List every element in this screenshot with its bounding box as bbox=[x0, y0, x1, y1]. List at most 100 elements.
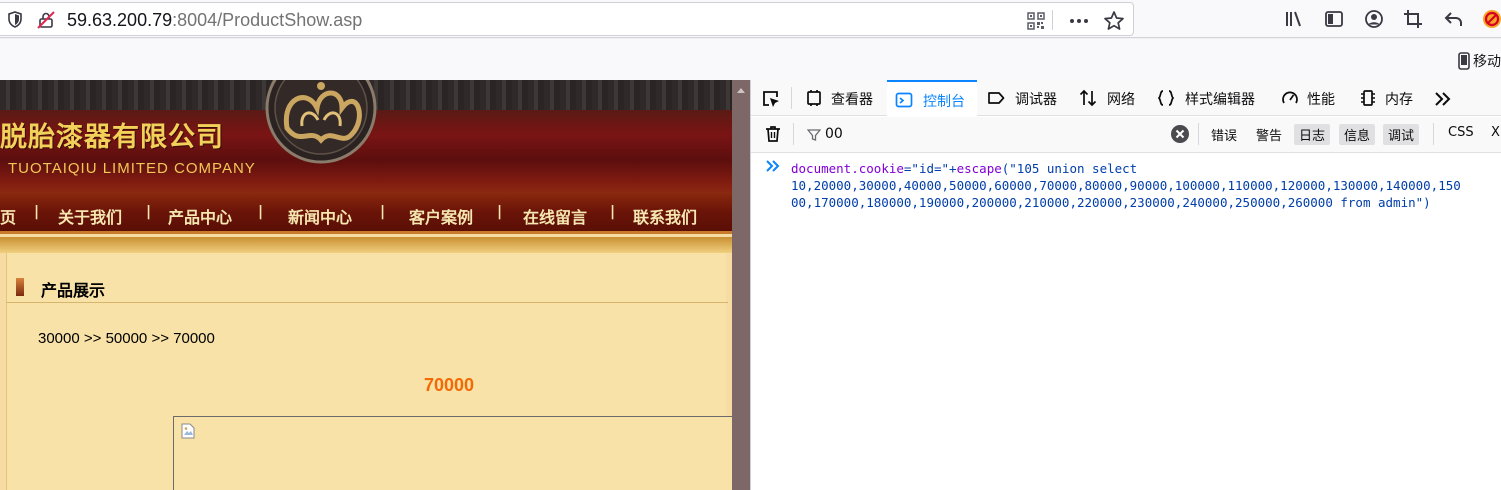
section-divider bbox=[6, 302, 728, 303]
xhr-messages-toggle[interactable]: X bbox=[1486, 124, 1501, 145]
account-icon[interactable] bbox=[1364, 9, 1384, 29]
blocked-extension-icon[interactable] bbox=[1482, 9, 1501, 29]
nav-separator: | bbox=[497, 204, 503, 220]
tab-debugger[interactable]: 调试器 bbox=[981, 80, 1069, 116]
nav-item-products[interactable]: 产品中心 bbox=[168, 204, 232, 228]
console-input-prompt-icon bbox=[766, 160, 780, 172]
breadcrumb: 30000 >> 50000 >> 70000 bbox=[38, 330, 215, 347]
clear-console-trash-icon[interactable] bbox=[765, 125, 781, 143]
console-input-code[interactable]: document.cookie="id="+escape("105 union … bbox=[791, 160, 1501, 211]
tab-label: 样式编辑器 bbox=[1185, 92, 1255, 108]
nav-separator: | bbox=[380, 204, 386, 220]
nav-gold-band bbox=[0, 237, 732, 253]
scroll-up-arrow-icon[interactable] bbox=[735, 85, 747, 95]
tab-memory[interactable]: 内存 bbox=[1355, 80, 1427, 116]
toolbar-separator bbox=[1198, 123, 1199, 145]
tab-style-editor[interactable]: 样式编辑器 bbox=[1155, 80, 1267, 116]
code-token: ("105 union select bbox=[1001, 161, 1138, 176]
page-actions-menu-icon[interactable] bbox=[1068, 12, 1090, 30]
code-token: ="id="+ bbox=[903, 161, 957, 176]
console-icon bbox=[895, 92, 913, 108]
level-logs-toggle[interactable]: 日志 bbox=[1294, 124, 1331, 145]
nav-item-home[interactable]: 页 bbox=[0, 204, 16, 228]
code-token: escape bbox=[956, 161, 1002, 176]
toolbar-separator bbox=[793, 123, 794, 145]
code-line: 10,20000,30000,40000,50000,60000,70000,8… bbox=[791, 178, 1461, 193]
inspector-icon bbox=[807, 90, 821, 106]
devtools-tab-bar: 查看器 控制台 调试器 网络 样式编辑器 性能 内存 bbox=[751, 80, 1501, 116]
web-page: 脱胎漆器有限公司 TUOTAIQIU LIMITED COMPANY 页 | 关… bbox=[0, 80, 732, 490]
section-title: 产品展示 bbox=[41, 281, 106, 300]
nav-separator: | bbox=[258, 204, 264, 220]
level-info-toggle[interactable]: 信息 bbox=[1339, 124, 1376, 145]
sidebar-icon[interactable] bbox=[1324, 9, 1344, 29]
code-token: document bbox=[791, 161, 852, 176]
url-path: :8004/ProductShow.asp bbox=[172, 10, 363, 30]
performance-gauge-icon bbox=[1282, 91, 1298, 104]
tab-console[interactable]: 控制台 bbox=[887, 80, 977, 116]
url-host: 59.63.200.79 bbox=[67, 10, 173, 30]
qr-code-icon[interactable] bbox=[1027, 12, 1045, 30]
code-line: 00,170000,180000,190000,200000,210000,22… bbox=[791, 195, 1431, 210]
mobile-bookmarks-button[interactable]: 移动 bbox=[1473, 51, 1501, 71]
tab-separator bbox=[791, 87, 792, 109]
style-braces-icon bbox=[1157, 90, 1175, 106]
memory-chip-icon bbox=[1361, 90, 1375, 106]
console-toolbar: 00 错误 警告 日志 信息 调试 CSS X bbox=[751, 117, 1501, 153]
network-arrows-icon bbox=[1079, 89, 1097, 107]
console-filter-input[interactable]: 00 bbox=[825, 126, 843, 142]
nav-item-guestbook[interactable]: 在线留言 bbox=[523, 204, 587, 228]
broken-image-icon bbox=[181, 423, 195, 439]
tab-label: 性能 bbox=[1307, 92, 1335, 108]
nav-separator: | bbox=[610, 204, 616, 220]
address-bar-separator bbox=[1052, 10, 1053, 30]
tab-label: 查看器 bbox=[831, 92, 873, 108]
screenshot-crop-icon[interactable] bbox=[1403, 9, 1423, 29]
browser-toolbar: 59.63.200.79:8004/ProductShow.asp bbox=[0, 0, 1501, 38]
mobile-device-icon bbox=[1458, 52, 1470, 70]
tab-label: 控制台 bbox=[923, 94, 965, 110]
bookmark-star-icon[interactable] bbox=[1103, 10, 1125, 32]
site-nav: 页 | 关于我们 | 产品中心 | 新闻中心 | 客户案例 | 在线留言 | 联… bbox=[0, 192, 732, 234]
nav-separator: | bbox=[34, 204, 40, 220]
tracking-protection-shield-icon[interactable] bbox=[7, 11, 23, 28]
nav-separator: | bbox=[146, 204, 152, 220]
devtools-panel: 查看器 控制台 调试器 网络 样式编辑器 性能 内存 00 错误 警告 日志 信… bbox=[750, 80, 1501, 490]
nav-item-about[interactable]: 关于我们 bbox=[58, 204, 122, 228]
debugger-icon bbox=[988, 92, 1005, 104]
tab-label: 网络 bbox=[1107, 92, 1135, 108]
ornamental-emblem-icon bbox=[265, 80, 377, 164]
section-title-marker bbox=[16, 278, 24, 296]
code-token: .cookie bbox=[851, 161, 904, 176]
tab-label: 内存 bbox=[1385, 92, 1413, 108]
level-warnings-toggle[interactable]: 警告 bbox=[1251, 124, 1287, 145]
undo-arrow-icon[interactable] bbox=[1444, 9, 1464, 29]
element-picker-icon[interactable] bbox=[761, 89, 781, 109]
tab-label: 调试器 bbox=[1015, 92, 1057, 108]
company-name-en: TUOTAIQIU LIMITED COMPANY bbox=[8, 160, 256, 177]
insecure-connection-icon[interactable] bbox=[37, 11, 55, 29]
nav-item-news[interactable]: 新闻中心 bbox=[288, 204, 352, 228]
tab-network[interactable]: 网络 bbox=[1075, 80, 1149, 116]
company-name-cn: 脱胎漆器有限公司 bbox=[0, 122, 224, 153]
console-output[interactable]: document.cookie="id="+escape("105 union … bbox=[751, 154, 1501, 490]
product-image-frame bbox=[173, 416, 732, 490]
url-text[interactable]: 59.63.200.79:8004/ProductShow.asp bbox=[67, 10, 362, 31]
bookmarks-row: 移动 bbox=[0, 39, 1501, 80]
clear-filter-icon[interactable] bbox=[1170, 124, 1190, 144]
address-bar[interactable]: 59.63.200.79:8004/ProductShow.asp bbox=[0, 2, 1134, 36]
level-debug-toggle[interactable]: 调试 bbox=[1383, 124, 1420, 145]
product-name: 70000 bbox=[424, 375, 475, 395]
library-icon[interactable] bbox=[1284, 9, 1304, 29]
more-tabs-chevron-icon[interactable] bbox=[1433, 90, 1453, 108]
nav-item-contact[interactable]: 联系我们 bbox=[633, 204, 697, 228]
tab-inspector[interactable]: 查看器 bbox=[799, 80, 879, 116]
level-errors-toggle[interactable]: 错误 bbox=[1206, 124, 1242, 145]
css-messages-toggle[interactable]: CSS bbox=[1443, 124, 1479, 145]
page-scrollbar[interactable] bbox=[732, 80, 750, 490]
filter-funnel-icon bbox=[807, 129, 821, 141]
site-header: 脱胎漆器有限公司 TUOTAIQIU LIMITED COMPANY bbox=[0, 80, 732, 192]
nav-item-cases[interactable]: 客户案例 bbox=[409, 204, 473, 228]
toolbar-separator bbox=[1433, 123, 1434, 145]
tab-performance[interactable]: 性能 bbox=[1277, 80, 1351, 116]
